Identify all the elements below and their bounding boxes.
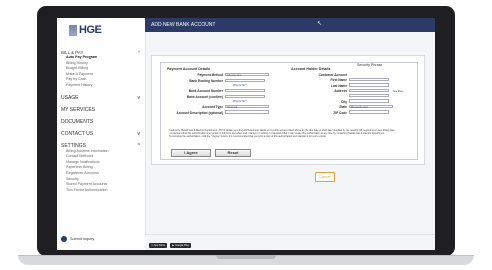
nav-item-two-factor[interactable]: Two-Factor Authentication [61, 188, 143, 194]
page-title: ADD NEW BANK ACCOUNT [151, 22, 216, 28]
nav-section-usage[interactable]: USAGE v [61, 95, 143, 101]
nav-item-payment-history[interactable]: Payment History [61, 83, 143, 89]
mouse-cursor-icon: ↖ [317, 21, 323, 27]
authorization-paragraph: To complete the authorization, click the… [169, 135, 327, 139]
security-phrase-label: Security Phrase [357, 63, 383, 67]
app-store-badge[interactable]:  App Store [149, 243, 168, 248]
description-label: Account Description (optional) [176, 110, 223, 115]
account-confirm-label: Bank Account (confirm) [186, 95, 223, 99]
payment-details-title: Payment Account Details [167, 67, 211, 71]
zip-input[interactable] [349, 110, 389, 114]
nav-section-label: USAGE [61, 94, 79, 101]
nav-section-label: MY SERVICES [61, 106, 95, 113]
laptop-notch [216, 255, 276, 259]
cancel-button[interactable]: Cancel [315, 172, 335, 182]
brand-logo[interactable]: HGE [69, 23, 127, 37]
nav-section-my-services[interactable]: MY SERVICES [61, 107, 143, 113]
chevron-up-icon: ^ [137, 142, 140, 149]
payment-method-select[interactable]: Choose One [225, 72, 269, 77]
account-type-label: Account Type [202, 105, 223, 109]
authorization-text: I authorize Hawaii Gas & Electric Depart… [169, 129, 409, 139]
last-name-input[interactable] [349, 83, 389, 87]
account-type-select[interactable]: Personal [225, 104, 269, 109]
address-line2-input[interactable] [349, 93, 389, 98]
chevron-down-icon: v [137, 130, 141, 137]
last-name-label: Last Name [330, 83, 347, 88]
nav-section-label: DOCUMENTS [61, 118, 94, 125]
chat-icon [61, 236, 67, 242]
routing-number-input[interactable] [225, 78, 265, 83]
state-select[interactable]: Massachusetts [349, 104, 393, 109]
zip-label: ZIP Code [333, 110, 347, 115]
see-more-link[interactable]: See More [393, 90, 403, 93]
customer-account-label: Customer Account [318, 72, 347, 77]
nav-section-label: CONTACT US [61, 130, 94, 137]
laptop-screen: HGE BILL & PAY ^ Auto Pay Program Billin… [57, 18, 435, 250]
account-number-input[interactable] [225, 88, 265, 93]
address-label: Address [334, 89, 347, 93]
sidebar: HGE BILL & PAY ^ Auto Pay Program Billin… [57, 18, 146, 250]
app-store-label: App Store [151, 244, 166, 247]
nav-section-documents[interactable]: DOCUMENTS [61, 119, 143, 125]
form-panel: Payment Account Details Account Holder D… [160, 62, 418, 160]
account-number-label: Bank Account Number [188, 89, 223, 93]
submit-inquiry-button[interactable]: Submit Inquiry [61, 236, 94, 242]
payment-method-label: Payment Method [197, 73, 223, 77]
state-label: State [339, 105, 347, 109]
sidebar-nav: BILL & PAY ^ Auto Pay Program Billing Hi… [61, 46, 143, 193]
reset-button[interactable]: Reset [215, 149, 251, 157]
google-play-label: Google Play [172, 244, 189, 247]
bank-account-form-card: Payment Account Details Account Holder D… [151, 55, 425, 165]
chevron-up-icon: ^ [137, 50, 140, 55]
nav-section-label: SETTINGS [61, 142, 87, 149]
holder-details-title: Account Holder Details [291, 67, 331, 71]
routing-number-label: Bank Routing Number [189, 79, 223, 83]
account-confirm-input[interactable] [225, 94, 265, 99]
routing-help-link[interactable]: What is this? [233, 84, 247, 87]
nav-section-contact-us[interactable]: CONTACT US v [61, 131, 143, 137]
logo-mark-icon [69, 24, 77, 36]
page-footer:  App Store ▶ Google Play [145, 234, 435, 250]
submit-inquiry-label: Submit Inquiry [70, 237, 95, 241]
google-play-badge[interactable]: ▶ Google Play [170, 243, 192, 248]
i-agree-button[interactable]: I Agree [171, 149, 211, 157]
chevron-down-icon: v [137, 94, 141, 101]
first-name-input[interactable] [349, 77, 389, 82]
app-badges:  App Store ▶ Google Play [149, 243, 192, 248]
address-input[interactable] [349, 88, 389, 93]
account-help-link[interactable]: What is this? [233, 100, 247, 103]
page-header: ADD NEW BANK ACCOUNT [145, 18, 435, 32]
logo-text: HGE [79, 24, 102, 36]
description-input[interactable] [225, 110, 269, 114]
first-name-label: First Name [330, 78, 347, 82]
city-input[interactable] [349, 99, 389, 103]
city-label: City [340, 99, 347, 104]
